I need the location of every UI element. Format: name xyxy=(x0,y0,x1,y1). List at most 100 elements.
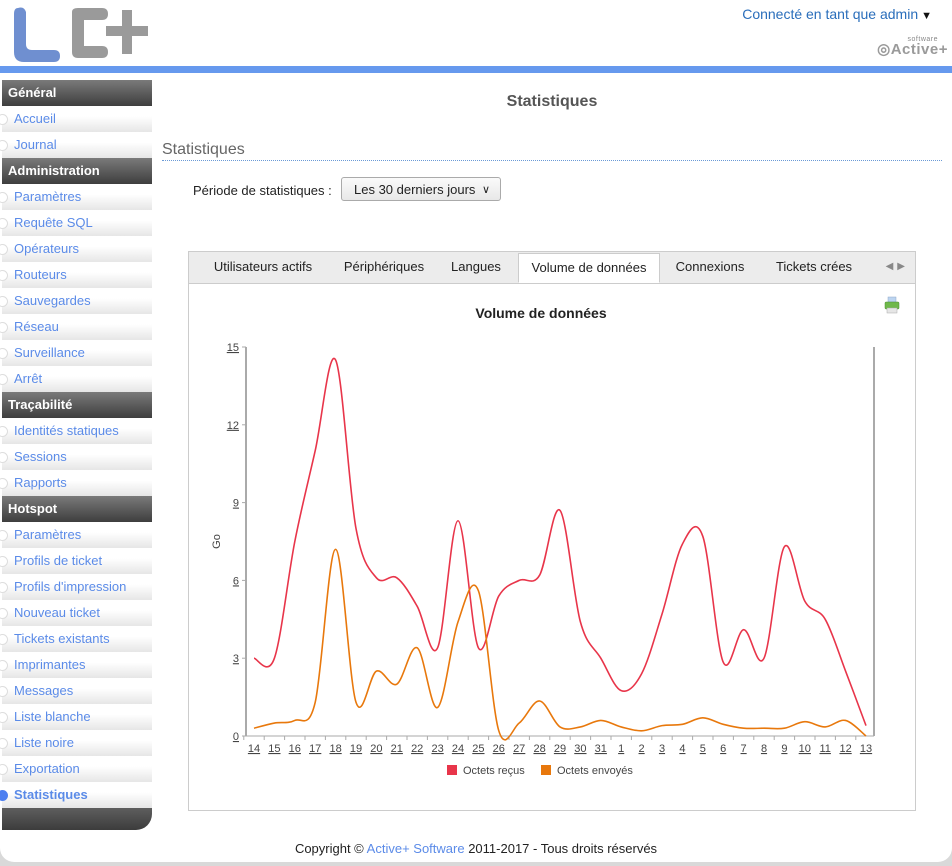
sidebar-item-label: Paramètres xyxy=(14,527,82,542)
bullet-icon xyxy=(0,582,8,593)
tab[interactable]: Connexions xyxy=(666,252,754,283)
x-tick-label: 4 xyxy=(679,743,685,755)
sidebar-footer xyxy=(2,808,152,830)
sidebar-item-label: Liste blanche xyxy=(14,709,91,724)
series-line-octets-recus xyxy=(253,357,867,726)
sidebar-item[interactable]: Messages xyxy=(0,678,152,704)
sidebar-item[interactable]: Tickets existants xyxy=(0,626,152,652)
bullet-icon xyxy=(0,348,8,359)
x-tick-label: 13 xyxy=(860,743,872,755)
sidebar-item[interactable]: Imprimantes xyxy=(0,652,152,678)
legend-label: Octets reçus xyxy=(463,765,525,777)
tab-bar: ◀▶ Utilisateurs actifs Périphériques Langu… xyxy=(189,252,915,284)
period-select[interactable]: Les 30 derniers jours ∨ xyxy=(341,177,501,201)
company-link[interactable]: Active+ Software xyxy=(367,841,465,856)
y-axis-label: Go xyxy=(211,534,223,549)
period-select-value: Les 30 derniers jours xyxy=(354,182,476,197)
swirl-icon: ◎ xyxy=(877,41,891,58)
sidebar-item[interactable]: Sessions xyxy=(0,444,152,470)
sidebar-section-header: Général xyxy=(2,80,152,106)
sidebar-item-label: Exportation xyxy=(14,761,80,776)
period-label: Période de statistiques : xyxy=(193,183,332,198)
sidebar-item[interactable]: Surveillance xyxy=(0,340,152,366)
bullet-icon xyxy=(0,634,8,645)
bullet-icon xyxy=(0,140,8,151)
main-content: Statistiques Statistiques Période de sta… xyxy=(152,73,952,833)
tab[interactable]: Périphériques xyxy=(334,252,434,283)
chevron-down-icon: ∨ xyxy=(481,184,490,196)
tab[interactable]: Volume de données xyxy=(518,253,660,283)
copyright-text: Copyright © xyxy=(294,841,364,856)
tab-scroll-arrows-icon[interactable]: ◀▶ xyxy=(886,261,909,272)
sidebar-item[interactable]: Routeurs xyxy=(0,262,152,288)
tab[interactable]: Utilisateurs actifs xyxy=(199,252,327,283)
tab[interactable]: Langues xyxy=(441,252,511,283)
sidebar-item-label: Liste noire xyxy=(14,735,74,750)
bullet-icon xyxy=(0,218,8,229)
sidebar-item[interactable]: Identités statiques xyxy=(0,418,152,444)
sidebar-item[interactable]: Sauvegardes xyxy=(0,288,152,314)
sidebar-item-label: Routeurs xyxy=(14,267,67,282)
sidebar-item-label: Opérateurs xyxy=(14,241,80,256)
bullet-icon xyxy=(0,712,8,723)
bullet-icon xyxy=(0,426,8,437)
x-tick-label: 19 xyxy=(350,743,362,755)
x-tick-label: 16 xyxy=(289,743,301,755)
sidebar-item-label: Requête SQL xyxy=(14,215,93,230)
user-menu[interactable]: Connecté en tant que admin ▼ xyxy=(742,6,932,22)
x-tick-label: 11 xyxy=(819,743,830,755)
legend-swatch xyxy=(541,765,551,775)
sidebar-item-label: Réseau xyxy=(14,319,59,334)
sidebar-item[interactable]: Liste noire xyxy=(0,730,152,756)
bullet-icon xyxy=(0,296,8,307)
sidebar-item-label: Sessions xyxy=(14,449,67,464)
sidebar-item-label: Nouveau ticket xyxy=(14,605,100,620)
x-tick-label: 9 xyxy=(781,743,787,755)
sidebar-item[interactable]: Journal xyxy=(0,132,152,158)
header: Connecté en tant que admin ▼ software ◎Ac… xyxy=(0,0,952,66)
x-tick-label: 18 xyxy=(329,743,341,755)
x-tick-label: 23 xyxy=(431,743,443,755)
sidebar-section-header: Hotspot xyxy=(2,496,152,522)
x-tick-label: 1 xyxy=(618,743,624,755)
sidebar-item[interactable]: Nouveau ticket xyxy=(0,600,152,626)
sidebar-item[interactable]: Requête SQL xyxy=(0,210,152,236)
sidebar-item[interactable]: Accueil xyxy=(0,106,152,132)
tab[interactable]: Tickets crées xyxy=(764,252,864,283)
sidebar: Général Accueil Journal Administration Param… xyxy=(0,80,152,830)
brand-name: Active+ xyxy=(890,41,948,58)
bullet-icon xyxy=(0,192,8,203)
sidebar-item[interactable]: Paramètres xyxy=(0,184,152,210)
sidebar-item[interactable]: Liste blanche xyxy=(0,704,152,730)
x-tick-label: 26 xyxy=(493,743,505,755)
bullet-icon xyxy=(0,270,8,281)
x-tick-label: 28 xyxy=(533,743,545,755)
x-tick-label: 7 xyxy=(741,743,747,755)
active-plus-logo: software ◎Active+ xyxy=(877,36,948,58)
sidebar-item[interactable]: Opérateurs xyxy=(0,236,152,262)
user-menu-label: Connecté en tant que admin xyxy=(742,6,919,22)
sidebar-item[interactable]: Profils de ticket xyxy=(0,548,152,574)
x-tick-label: 12 xyxy=(839,743,851,755)
caret-down-icon: ▼ xyxy=(921,10,932,22)
sidebar-item[interactable]: Rapports xyxy=(0,470,152,496)
x-tick-label: 30 xyxy=(574,743,586,755)
sidebar-section-header: Administration xyxy=(2,158,152,184)
bullet-icon xyxy=(0,478,8,489)
sidebar-item[interactable]: Statistiques xyxy=(0,782,152,808)
sidebar-item[interactable]: Profils d'impression xyxy=(0,574,152,600)
x-tick-label: 3 xyxy=(659,743,665,755)
bullet-icon xyxy=(0,244,8,255)
sidebar-item[interactable]: Paramètres xyxy=(0,522,152,548)
y-tick-label: 3 xyxy=(233,653,239,665)
sidebar-item[interactable]: Exportation xyxy=(0,756,152,782)
sidebar-item[interactable]: Réseau xyxy=(0,314,152,340)
sidebar-item-label: Statistiques xyxy=(14,787,88,802)
sidebar-item[interactable]: Arrêt xyxy=(0,366,152,392)
copyright-years: 2011-2017 - Tous droits réservés xyxy=(468,841,658,856)
sidebar-item-label: Profils d'impression xyxy=(14,579,127,594)
y-tick-label: 12 xyxy=(227,420,239,432)
bullet-icon xyxy=(0,374,8,385)
bullet-icon xyxy=(0,738,8,749)
brand-small: software xyxy=(907,36,938,43)
